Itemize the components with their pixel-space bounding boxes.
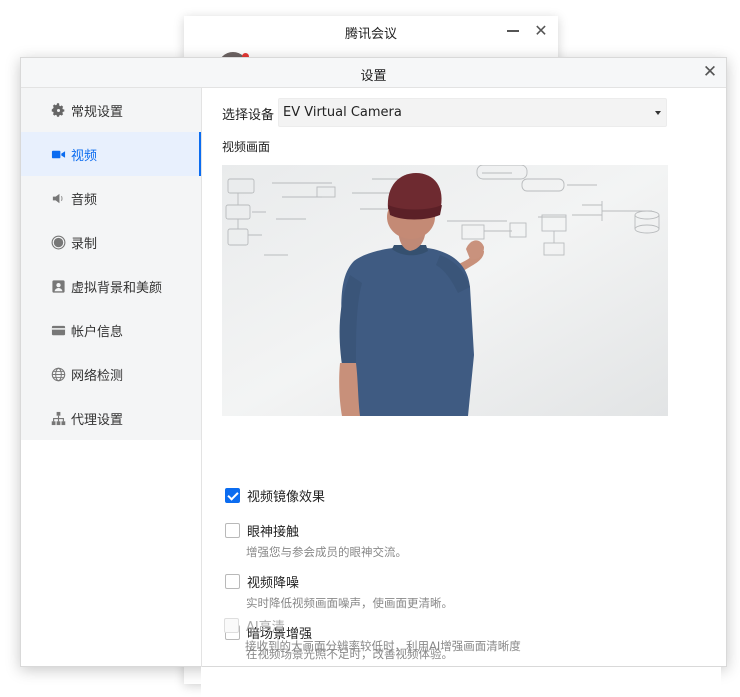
main-titlebar: 腾讯会议 ✕ (184, 16, 558, 48)
device-label: 选择设备 (222, 108, 275, 123)
option-label: 眼神接触 (247, 524, 300, 540)
speaker-icon (51, 191, 66, 206)
globe-icon (51, 367, 66, 382)
caret-down-icon (655, 111, 661, 115)
sidebar-item-label: 常规设置 (71, 104, 124, 120)
option-label: AI高清 (246, 619, 285, 635)
sidebar-item-video[interactable]: 视频 (21, 132, 201, 176)
settings-sidebar: 常规设置 视频 音频 录制 虚拟背景和美颜 帐户信息 网络检测 代理设置 (21, 88, 201, 440)
settings-dialog: 设置 ✕ 常规设置 视频 音频 录制 虚拟背景和美颜 帐户信息 网络检测 代理设… (20, 57, 728, 668)
dialog-titlebar: 设置 ✕ (21, 58, 726, 88)
sidebar-item-label: 网络检测 (71, 368, 124, 384)
record-icon (51, 235, 66, 250)
sidebar-item-label: 录制 (71, 236, 98, 252)
camera-select-value: EV Virtual Camera (283, 105, 402, 120)
dialog-close-icon[interactable]: ✕ (700, 62, 720, 82)
sidebar-item-account[interactable]: 帐户信息 (21, 308, 201, 352)
sidebar-item-label: 代理设置 (71, 412, 124, 428)
option-description: 接收到的大画面分辨率较低时，利用AI增强画面清晰度 (245, 639, 521, 653)
close-icon[interactable]: ✕ (534, 22, 548, 40)
sidebar-item-label: 音频 (71, 192, 98, 208)
sidebar-item-network[interactable]: 网络检测 (21, 352, 201, 396)
card-icon (51, 323, 66, 338)
option-description: 实时降低视频画面噪声，使画面更清晰。 (246, 596, 453, 610)
sidebar-item-audio[interactable]: 音频 (21, 176, 201, 220)
preview-label: 视频画面 (222, 140, 271, 154)
option-label: 视频降噪 (247, 575, 300, 591)
denoise-checkbox[interactable] (225, 573, 240, 589)
option-mirror[interactable]: 视频镜像效果 (225, 486, 326, 505)
portrait-icon (51, 279, 66, 294)
video-camera-icon (51, 147, 66, 162)
video-settings-panel: 选择设备 EV Virtual Camera 视频画面 视频镜像效果 眼神接触 … (202, 88, 728, 668)
option-eye-contact[interactable]: 眼神接触 (225, 521, 300, 540)
sidebar-item-label: 视频 (71, 148, 98, 164)
minimize-icon[interactable] (506, 22, 520, 40)
main-window-title: 腾讯会议 (344, 27, 397, 42)
ai-hd-checkbox (224, 617, 239, 633)
sidebar-item-label: 虚拟背景和美颜 (71, 280, 163, 296)
camera-select[interactable]: EV Virtual Camera (278, 98, 667, 127)
sidebar-item-proxy[interactable]: 代理设置 (21, 396, 201, 440)
option-denoise[interactable]: 视频降噪 (225, 572, 300, 591)
sidebar-item-record[interactable]: 录制 (21, 220, 201, 264)
option-label: 视频镜像效果 (247, 489, 326, 505)
video-preview (222, 165, 668, 416)
preview-image (222, 165, 668, 416)
sidebar-item-virtual-background[interactable]: 虚拟背景和美颜 (21, 264, 201, 308)
mirror-checkbox[interactable] (225, 487, 240, 503)
option-description: 增强您与参会成员的眼神交流。 (246, 545, 407, 559)
dialog-title: 设置 (360, 69, 387, 84)
network-icon (51, 411, 66, 426)
gear-icon (51, 102, 66, 118)
sidebar-item-label: 帐户信息 (71, 324, 124, 340)
dialog-overflow-area (201, 667, 721, 697)
option-ai-hd: AI高清 (224, 616, 285, 635)
sidebar-item-general[interactable]: 常规设置 (21, 88, 201, 132)
eye-contact-checkbox[interactable] (225, 522, 240, 538)
